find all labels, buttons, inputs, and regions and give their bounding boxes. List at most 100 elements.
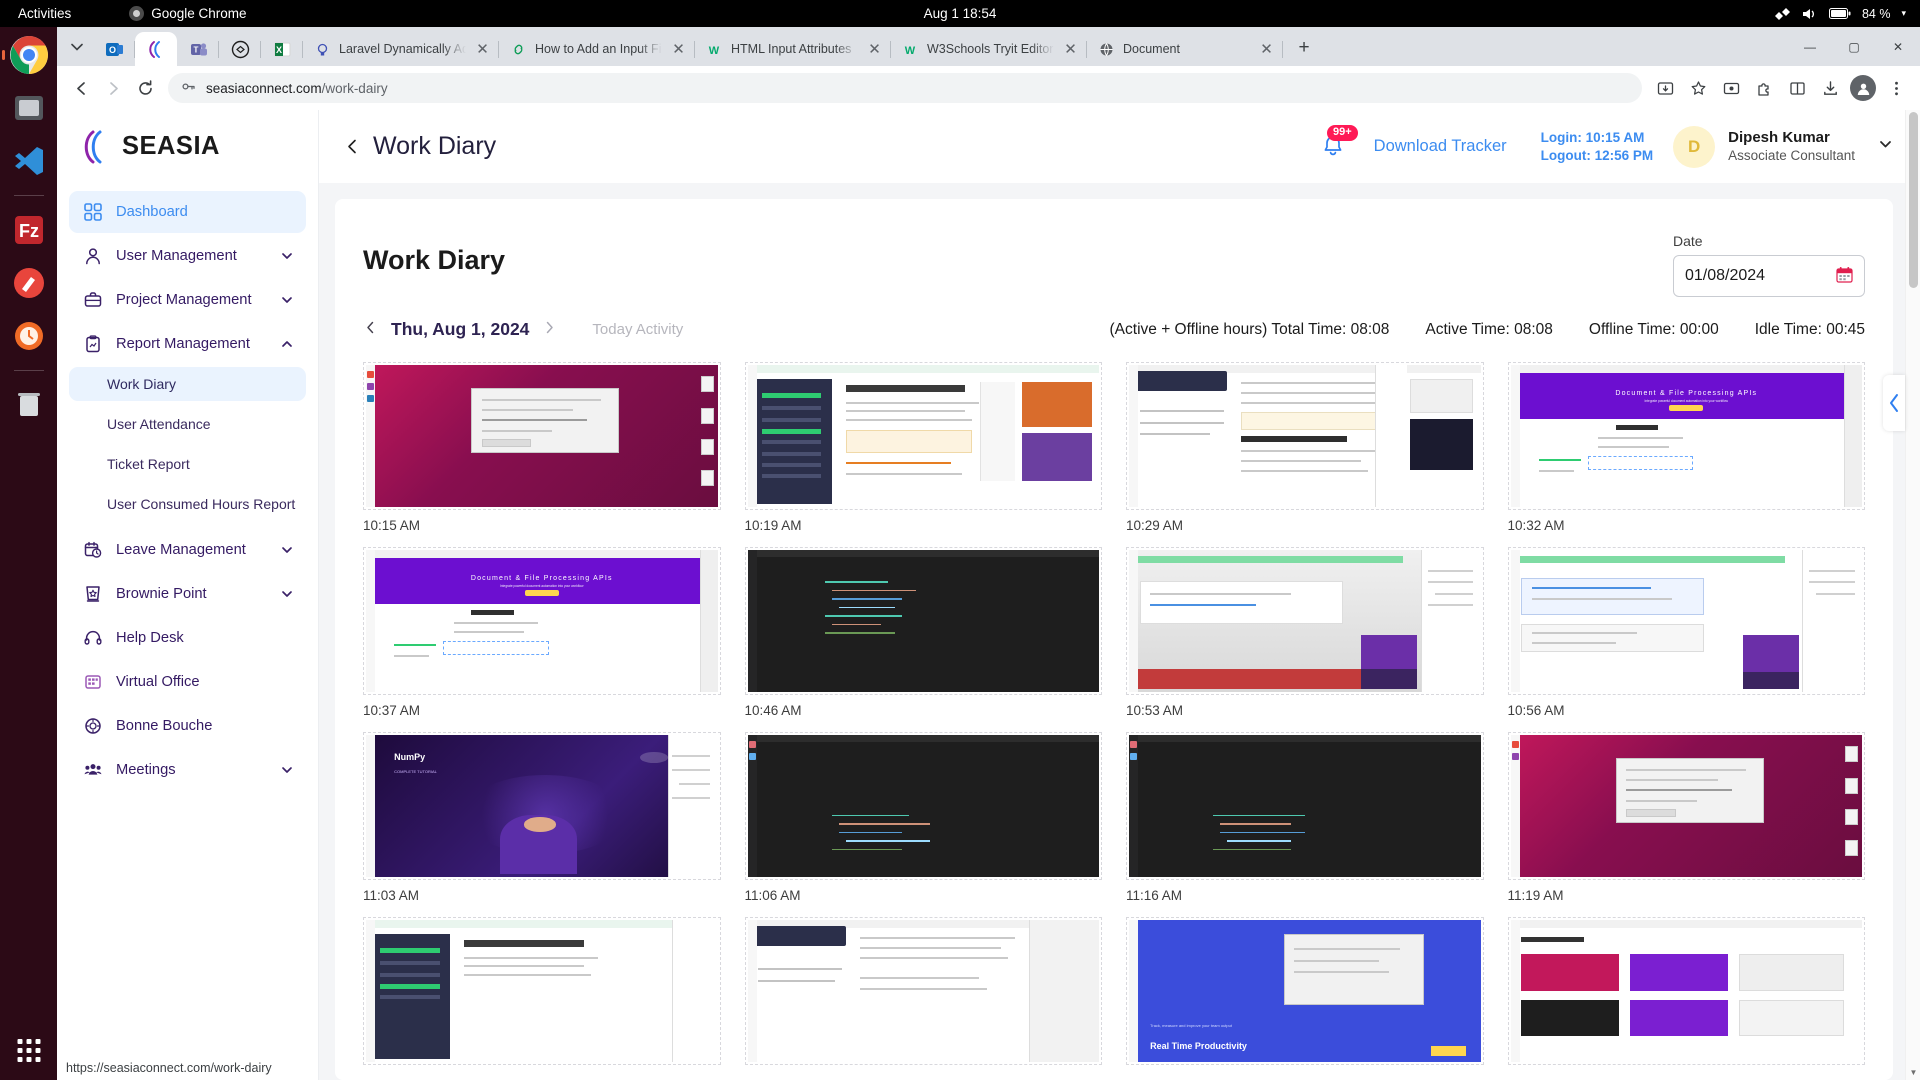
screen-share-icon[interactable] bbox=[1716, 73, 1746, 103]
chevron-down-icon[interactable] bbox=[280, 763, 294, 777]
chevron-down-icon[interactable] bbox=[280, 293, 294, 307]
address-bar[interactable]: seasiaconnect.com/work-dairy bbox=[168, 73, 1642, 103]
volume-icon[interactable] bbox=[1802, 7, 1818, 21]
minimize-button[interactable]: — bbox=[1788, 27, 1832, 66]
screenshot-thumbnail[interactable]: Document & File Processing APIs Integrat… bbox=[363, 547, 721, 695]
screenshot-thumbnail[interactable] bbox=[1126, 362, 1484, 510]
downloads-icon[interactable] bbox=[1815, 73, 1845, 103]
screenshot-item[interactable] bbox=[1507, 917, 1865, 1073]
sidebar-item-user-attendance[interactable]: User Attendance bbox=[69, 407, 306, 441]
dock-vscode-icon[interactable] bbox=[7, 139, 51, 183]
screenshot-item[interactable] bbox=[363, 917, 721, 1073]
install-app-icon[interactable] bbox=[1650, 73, 1680, 103]
extensions-puzzle-icon[interactable] bbox=[1749, 73, 1779, 103]
dock-show-apps-button[interactable] bbox=[17, 1039, 40, 1062]
chrome-menu-icon[interactable] bbox=[1881, 73, 1911, 103]
screenshot-item[interactable]: 10:53 AM bbox=[1126, 547, 1484, 718]
screenshot-thumbnail[interactable]: Real Time Productivity Track, measure an… bbox=[1126, 917, 1484, 1065]
screenshot-item[interactable]: 11:06 AM bbox=[744, 732, 1102, 903]
screenshot-item[interactable]: 10:29 AM bbox=[1126, 362, 1484, 533]
screenshot-thumbnail[interactable] bbox=[363, 362, 721, 510]
screenshot-thumbnail[interactable]: NumPy COMPLETE TUTORIAL bbox=[363, 732, 721, 880]
tab-how-to-add-input-field[interactable]: How to Add an Input Fiel ✕ bbox=[499, 32, 695, 66]
sidebar-item-ticket-report[interactable]: Ticket Report bbox=[69, 447, 306, 481]
sidebar-item-bonne-bouche[interactable]: Bonne Bouche bbox=[69, 705, 306, 747]
sidebar-item-project-management[interactable]: Project Management bbox=[69, 279, 306, 321]
tab-close-icon[interactable]: ✕ bbox=[474, 41, 491, 58]
activities-button[interactable]: Activities bbox=[18, 6, 71, 21]
network-icon[interactable] bbox=[1774, 7, 1791, 21]
screenshot-thumbnail[interactable] bbox=[744, 362, 1102, 510]
tab-close-icon[interactable]: ✕ bbox=[1062, 41, 1079, 58]
dock-trash-icon[interactable] bbox=[7, 383, 51, 427]
chevron-down-icon[interactable] bbox=[280, 587, 294, 601]
screenshot-item[interactable]: NumPy COMPLETE TUTORIAL 11:03 AM bbox=[363, 732, 721, 903]
screenshot-thumbnail[interactable] bbox=[1126, 732, 1484, 880]
battery-icon[interactable] bbox=[1828, 8, 1851, 19]
tab-close-icon[interactable]: ✕ bbox=[866, 41, 883, 58]
date-input[interactable]: 01/08/2024 bbox=[1673, 255, 1865, 297]
brand-logo[interactable]: SEASIA bbox=[57, 110, 318, 183]
avatar[interactable]: D bbox=[1673, 125, 1716, 168]
dock-editor-icon[interactable] bbox=[7, 261, 51, 305]
screenshot-thumbnail[interactable] bbox=[1126, 547, 1484, 695]
pinned-tab-teams[interactable]: T bbox=[177, 32, 219, 66]
screenshot-thumbnail[interactable] bbox=[744, 732, 1102, 880]
pinned-tab-excel[interactable]: X bbox=[261, 32, 303, 66]
screenshot-thumbnail[interactable] bbox=[1507, 732, 1865, 880]
panel-collapse-handle[interactable] bbox=[1883, 375, 1905, 431]
system-tray[interactable]: 84 % ▾ bbox=[1774, 7, 1906, 21]
screenshot-item[interactable]: 11:19 AM bbox=[1507, 732, 1865, 903]
power-chevron-icon[interactable]: ▾ bbox=[1901, 8, 1906, 19]
notifications-button[interactable]: 99+ bbox=[1314, 124, 1358, 166]
screenshot-item[interactable]: 11:16 AM bbox=[1126, 732, 1484, 903]
reload-button[interactable] bbox=[130, 73, 160, 103]
collapse-sidebar-button[interactable] bbox=[337, 132, 367, 162]
screenshot-item[interactable]: 10:46 AM bbox=[744, 547, 1102, 718]
chevron-down-icon[interactable] bbox=[280, 543, 294, 557]
screenshot-thumbnail[interactable] bbox=[1507, 917, 1865, 1065]
screenshot-item[interactable]: 10:15 AM bbox=[363, 362, 721, 533]
dock-chrome-icon[interactable] bbox=[7, 33, 51, 77]
sidebar-item-meetings[interactable]: Meetings bbox=[69, 749, 306, 791]
back-button[interactable] bbox=[66, 73, 96, 103]
pinned-tab-seasia[interactable] bbox=[135, 32, 177, 66]
tab-document[interactable]: Document ✕ bbox=[1087, 32, 1283, 66]
today-activity-label[interactable]: Today Activity bbox=[592, 321, 683, 338]
profile-avatar-icon[interactable] bbox=[1848, 73, 1878, 103]
sidebar-item-virtual-office[interactable]: Virtual Office bbox=[69, 661, 306, 703]
sidebar-item-leave-management[interactable]: Leave Management bbox=[69, 529, 306, 571]
screenshot-thumbnail[interactable] bbox=[744, 917, 1102, 1065]
sidebar-item-help-desk[interactable]: Help Desk bbox=[69, 617, 306, 659]
sidebar-item-brownie-point[interactable]: Brownie Point bbox=[69, 573, 306, 615]
site-settings-icon[interactable] bbox=[181, 79, 196, 97]
os-clock[interactable]: Aug 1 18:54 bbox=[924, 6, 997, 21]
screenshot-thumbnail[interactable] bbox=[363, 917, 721, 1065]
download-tracker-link[interactable]: Download Tracker bbox=[1374, 137, 1507, 156]
screenshot-item[interactable]: 10:19 AM bbox=[744, 362, 1102, 533]
page-scrollbar[interactable]: ▲ ▼ bbox=[1905, 110, 1920, 1080]
os-dock[interactable]: Fz bbox=[0, 27, 57, 1080]
tab-w3schools-tryit-editor[interactable]: W W3Schools Tryit Editor ✕ bbox=[891, 32, 1087, 66]
tab-close-icon[interactable]: ✕ bbox=[670, 41, 687, 58]
pinned-tab-chatgpt[interactable] bbox=[219, 32, 261, 66]
new-tab-button[interactable]: + bbox=[1289, 33, 1319, 63]
user-menu-chevron-icon[interactable] bbox=[1877, 136, 1894, 157]
maximize-button[interactable]: ▢ bbox=[1832, 27, 1876, 66]
sidebar-item-user-management[interactable]: User Management bbox=[69, 235, 306, 277]
dock-clock-icon[interactable] bbox=[7, 314, 51, 358]
screenshot-thumbnail[interactable] bbox=[1507, 547, 1865, 695]
screenshot-item[interactable] bbox=[744, 917, 1102, 1073]
prev-day-button[interactable] bbox=[363, 319, 378, 340]
scroll-down-arrow-icon[interactable]: ▼ bbox=[1906, 1065, 1920, 1080]
screenshot-thumbnail[interactable]: Document & File Processing APIs Integrat… bbox=[1507, 362, 1865, 510]
screenshot-thumbnail[interactable] bbox=[744, 547, 1102, 695]
screenshot-item[interactable]: Document & File Processing APIs Integrat… bbox=[1507, 362, 1865, 533]
sidebar-item-report-management[interactable]: Report Management bbox=[69, 323, 306, 365]
next-day-button[interactable] bbox=[542, 319, 557, 340]
chevron-down-icon[interactable] bbox=[280, 249, 294, 263]
tab-html-input-attributes[interactable]: W HTML Input Attributes ✕ bbox=[695, 32, 891, 66]
sidebar-item-user-consumed-hours-report[interactable]: User Consumed Hours Report bbox=[69, 487, 306, 521]
forward-button[interactable] bbox=[98, 73, 128, 103]
dock-files-icon[interactable] bbox=[7, 86, 51, 130]
